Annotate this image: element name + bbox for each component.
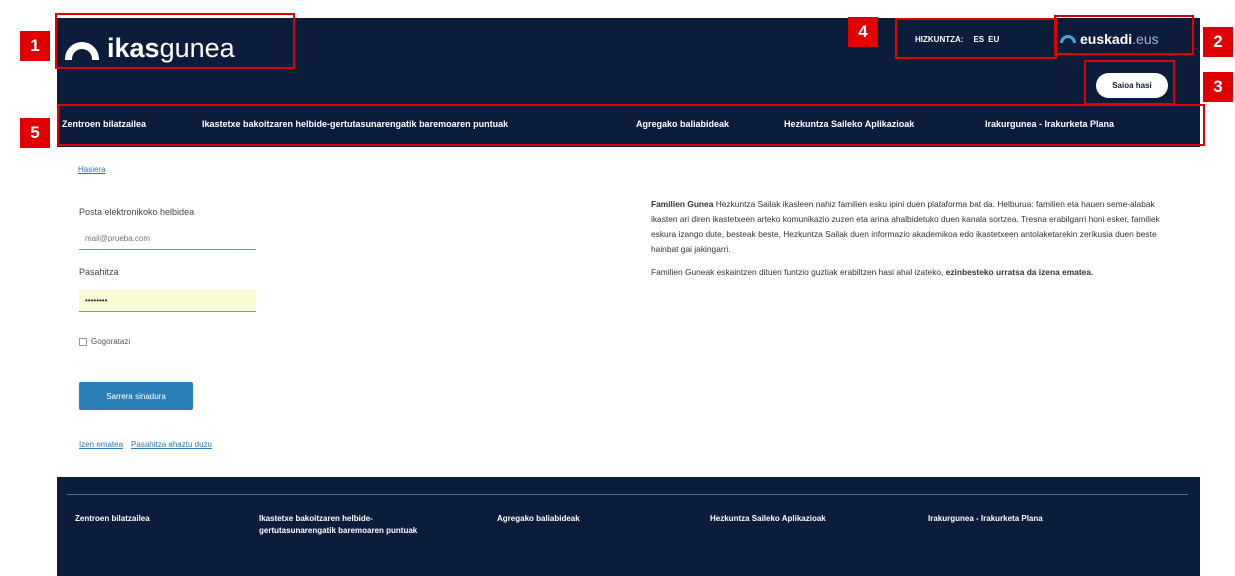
footer-link-school-finder[interactable]: Zentroen bilatzailea xyxy=(75,513,215,525)
info-emphasis: ezinbesteko urratsa da izena ematea. xyxy=(945,267,1094,277)
annotation-box-5 xyxy=(57,104,1205,146)
remember-checkbox[interactable] xyxy=(79,337,87,346)
remember-me: Gogoratazi xyxy=(79,337,130,346)
footer-divider xyxy=(67,494,1188,495)
annotation-number-5: 5 xyxy=(20,118,50,148)
footer-link-proximity-points[interactable]: Ikastetxe bakoitzaren helbide-gertutasun… xyxy=(259,513,439,537)
register-link[interactable]: Izen ematea xyxy=(79,440,123,449)
annotation-box-3 xyxy=(1084,60,1175,105)
site-footer: Zentroen bilatzailea Ikastetxe bakoitzar… xyxy=(57,477,1200,576)
annotation-number-3: 3 xyxy=(1203,72,1233,102)
annotation-box-4 xyxy=(895,18,1057,59)
breadcrumb-home[interactable]: Hasiera xyxy=(78,165,106,174)
forgot-password-link[interactable]: Pasahitza ahaztu duzu xyxy=(131,440,212,449)
footer-link-reading-plan[interactable]: Irakurgunea - Irakurketa Plana xyxy=(928,513,1128,525)
info-title: Familien Gunea xyxy=(651,199,714,209)
footer-link-agrega-resources[interactable]: Agregako baliabideak xyxy=(497,513,647,525)
info-body-2: Familien Guneak eskaintzen dituen funtzi… xyxy=(651,267,946,277)
email-label: Posta elektronikoko helbidea xyxy=(79,207,195,217)
sign-in-button[interactable]: Sarrera sinadura xyxy=(79,382,193,410)
annotation-box-1 xyxy=(55,13,295,69)
password-label: Pasahitza xyxy=(79,267,119,277)
form-links: Izen ematea Pasahitza ahaztu duzu xyxy=(79,440,212,449)
footer-link-department-apps[interactable]: Hezkuntza Saileko Aplikazioak xyxy=(710,513,890,525)
info-paragraph-1: Familien Gunea Hezkuntza Sailak ikasleen… xyxy=(651,197,1181,257)
info-paragraph-2: Familien Guneak eskaintzen dituen funtzi… xyxy=(651,265,1181,280)
info-panel: Familien Gunea Hezkuntza Sailak ikasleen… xyxy=(651,197,1181,288)
email-field[interactable] xyxy=(79,228,256,250)
annotation-box-2 xyxy=(1054,15,1194,55)
password-field[interactable] xyxy=(79,290,256,312)
annotation-number-4: 4 xyxy=(848,17,878,47)
remember-label: Gogoratazi xyxy=(91,337,131,346)
annotation-number-2: 2 xyxy=(1203,27,1233,57)
annotation-number-1: 1 xyxy=(20,31,50,61)
info-body-1: Hezkuntza Sailak ikasleen nahiz familien… xyxy=(651,199,1160,254)
